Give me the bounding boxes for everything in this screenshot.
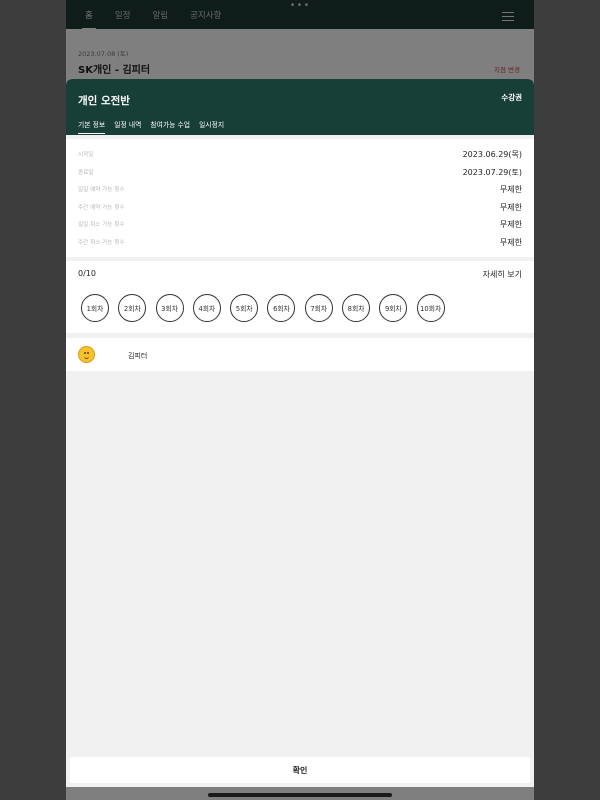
info-value: 무제한 (499, 202, 522, 212)
basic-info-section: 시작일 2023.06.29(목) 종료일 2023.07.29(토) 일일 예… (66, 139, 534, 257)
home-indicator[interactable] (208, 793, 392, 797)
avatar-icon (78, 346, 95, 363)
info-row: 주간 예약 가능 횟수 무제한 (78, 202, 522, 214)
session-circle[interactable]: 10회차 (416, 294, 445, 322)
session-circle[interactable]: 3회차 (155, 294, 184, 322)
info-row: 일일 예약 가능 횟수 무제한 (78, 184, 522, 196)
info-row: 주간 취소 가능 횟수 무제한 (78, 237, 522, 249)
session-circle[interactable]: 6회차 (267, 294, 296, 322)
modal-header: 개인 오전반 수강권 기본 정보 일정 내역 참여가능 수업 일시정지 (66, 79, 534, 135)
info-label: 일일 예약 가능 횟수 (78, 187, 125, 193)
info-row: 종료일 2023.07.29(토) (78, 167, 522, 179)
modal-title: 개인 오전반 (78, 95, 130, 107)
session-count: 0/10 (78, 269, 96, 278)
member-name: 김피터 (128, 352, 148, 360)
info-value: 무제한 (499, 185, 522, 194)
session-circle[interactable]: 9회차 (379, 294, 408, 322)
info-label: 주간 예약 가능 횟수 (78, 204, 125, 211)
tab-available-classes[interactable]: 참여가능 수업 (150, 121, 190, 134)
tab-basic-info[interactable]: 기본 정보 (78, 121, 106, 134)
ticket-modal: 개인 오전반 수강권 기본 정보 일정 내역 참여가능 수업 일시정지 시작일 … (66, 79, 534, 787)
info-value: 무제한 (499, 237, 522, 247)
info-row: 일일 취소 가능 횟수 무제한 (78, 219, 522, 231)
info-label: 주간 취소 가능 횟수 (78, 239, 125, 246)
session-circle[interactable]: 5회차 (230, 294, 259, 322)
session-circle[interactable]: 1회차 (81, 294, 109, 322)
tab-schedule-history[interactable]: 일정 내역 (114, 121, 141, 134)
session-circle[interactable]: 8회차 (342, 294, 371, 322)
session-section: 0/10 자세히 보기 1회차 2회차 3회차 4회차 5회차 6회차 7회차 … (66, 261, 534, 333)
info-value: 2023.07.29(토) (462, 167, 522, 177)
session-circle[interactable]: 2회차 (118, 294, 147, 322)
session-circles: 1회차 2회차 3회차 4회차 5회차 6회차 7회차 8회차 9회차 10회차 (81, 294, 454, 322)
ticket-label: 수강권 (501, 93, 522, 102)
info-label: 일일 취소 가능 횟수 (78, 222, 125, 228)
info-row: 시작일 2023.06.29(목) (78, 149, 522, 161)
info-value: 무제한 (499, 220, 522, 229)
info-label: 종료일 (78, 169, 94, 176)
session-circle[interactable]: 4회차 (192, 294, 221, 322)
session-circle[interactable]: 7회차 (304, 294, 333, 322)
modal-tabs: 기본 정보 일정 내역 참여가능 수업 일시정지 (78, 121, 233, 134)
view-details-link[interactable]: 자세히 보기 (483, 269, 522, 280)
modal-footer: 확인 (66, 755, 534, 787)
member-row: 김피터 (66, 338, 534, 371)
info-label: 시작일 (78, 152, 94, 158)
tab-pause[interactable]: 일시정지 (199, 121, 224, 134)
info-value: 2023.06.29(목) (462, 150, 522, 159)
confirm-button[interactable]: 확인 (70, 757, 530, 783)
